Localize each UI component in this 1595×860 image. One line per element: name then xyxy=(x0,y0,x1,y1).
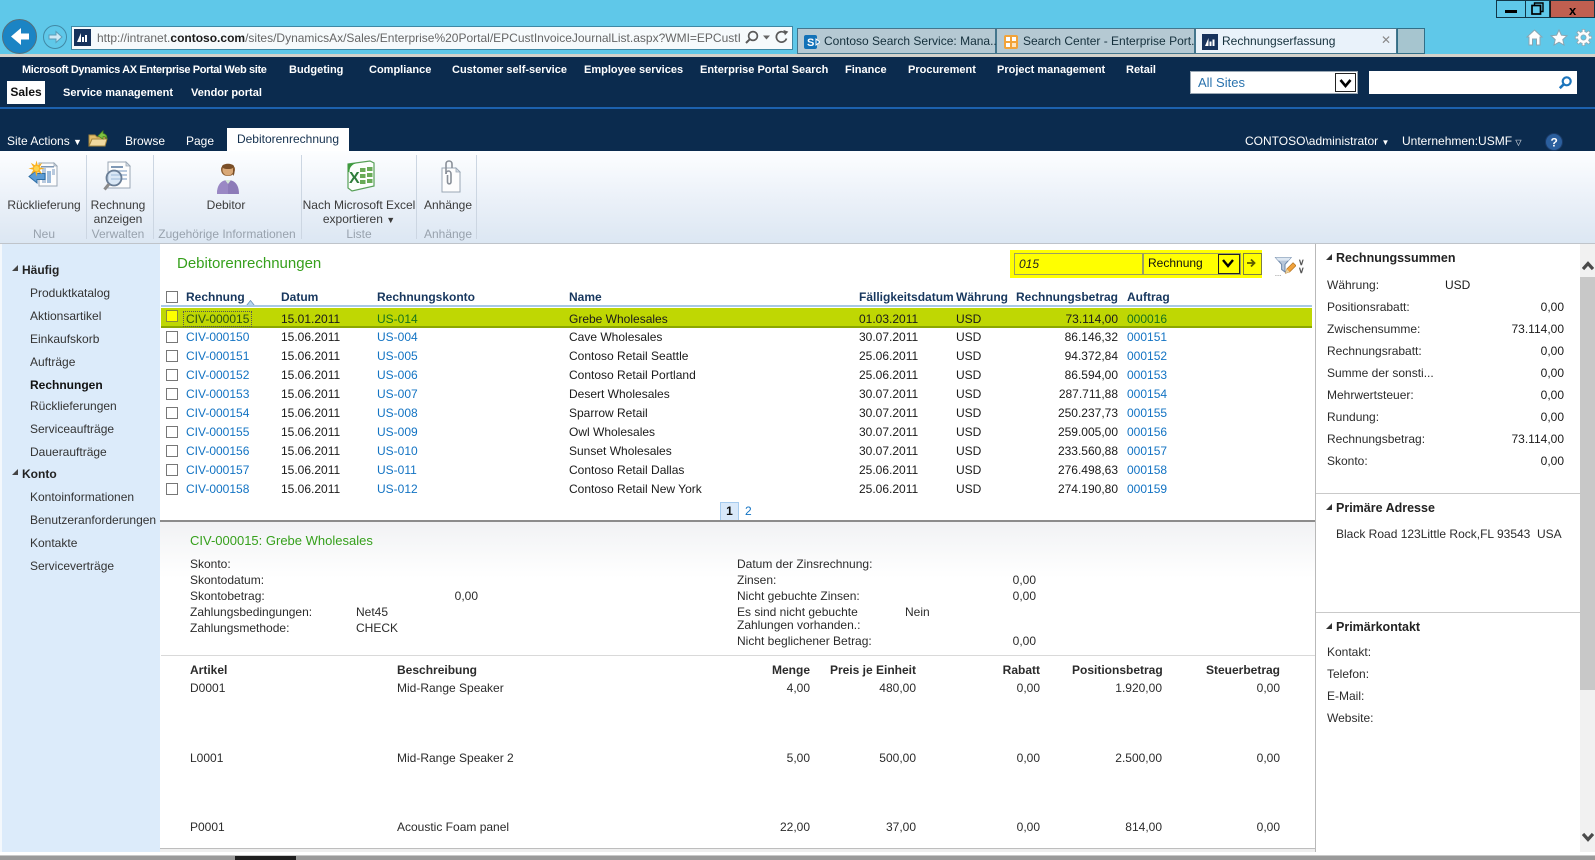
svg-text:X: X xyxy=(349,170,360,187)
svg-text:?: ? xyxy=(1551,136,1558,150)
svg-text:S: S xyxy=(807,37,814,49)
svg-text:...: ... xyxy=(1275,269,1281,278)
